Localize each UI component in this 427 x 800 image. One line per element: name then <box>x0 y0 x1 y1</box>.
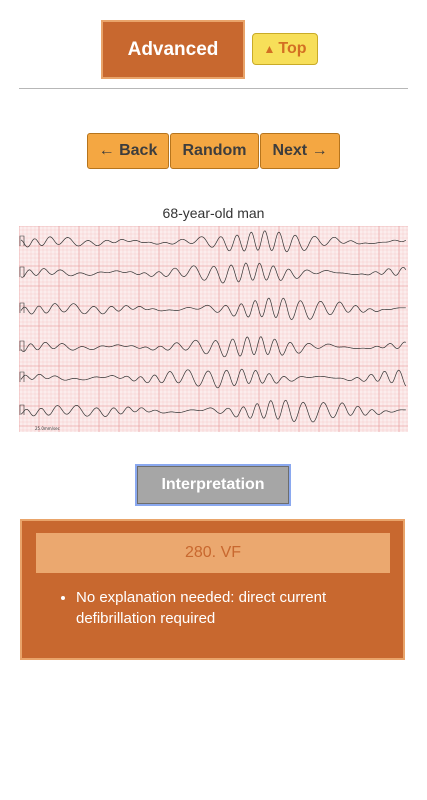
level-button-label: Advanced <box>127 38 219 60</box>
explanation-list: No explanation needed: direct current de… <box>22 587 405 629</box>
answer-panel: 280. VF No explanation needed: direct cu… <box>20 519 405 660</box>
ecg-tracing-image: 25.0mm/sec <box>19 226 408 432</box>
random-button-label: Random <box>182 142 247 159</box>
back-button-label: ← Back <box>98 142 158 159</box>
divider <box>19 88 408 89</box>
level-button[interactable]: Advanced <box>101 20 245 79</box>
next-button-label: Next → <box>272 142 328 159</box>
interpretation-button-label: Interpretation <box>161 476 265 493</box>
ecg-caption: 25.0mm/sec <box>35 426 60 431</box>
explanation-item: No explanation needed: direct current de… <box>76 587 385 629</box>
top-button[interactable]: ▲ Top <box>252 33 318 65</box>
diagnosis-title: 280. VF <box>36 533 390 573</box>
interpretation-button[interactable]: Interpretation <box>135 464 291 506</box>
next-button[interactable]: Next → <box>260 133 340 169</box>
random-button[interactable]: Random <box>170 133 259 169</box>
patient-description: 68-year-old man <box>162 205 265 221</box>
triangle-up-icon: ▲ <box>263 42 276 56</box>
back-button[interactable]: ← Back <box>87 133 169 169</box>
top-button-label: Top <box>278 40 307 57</box>
